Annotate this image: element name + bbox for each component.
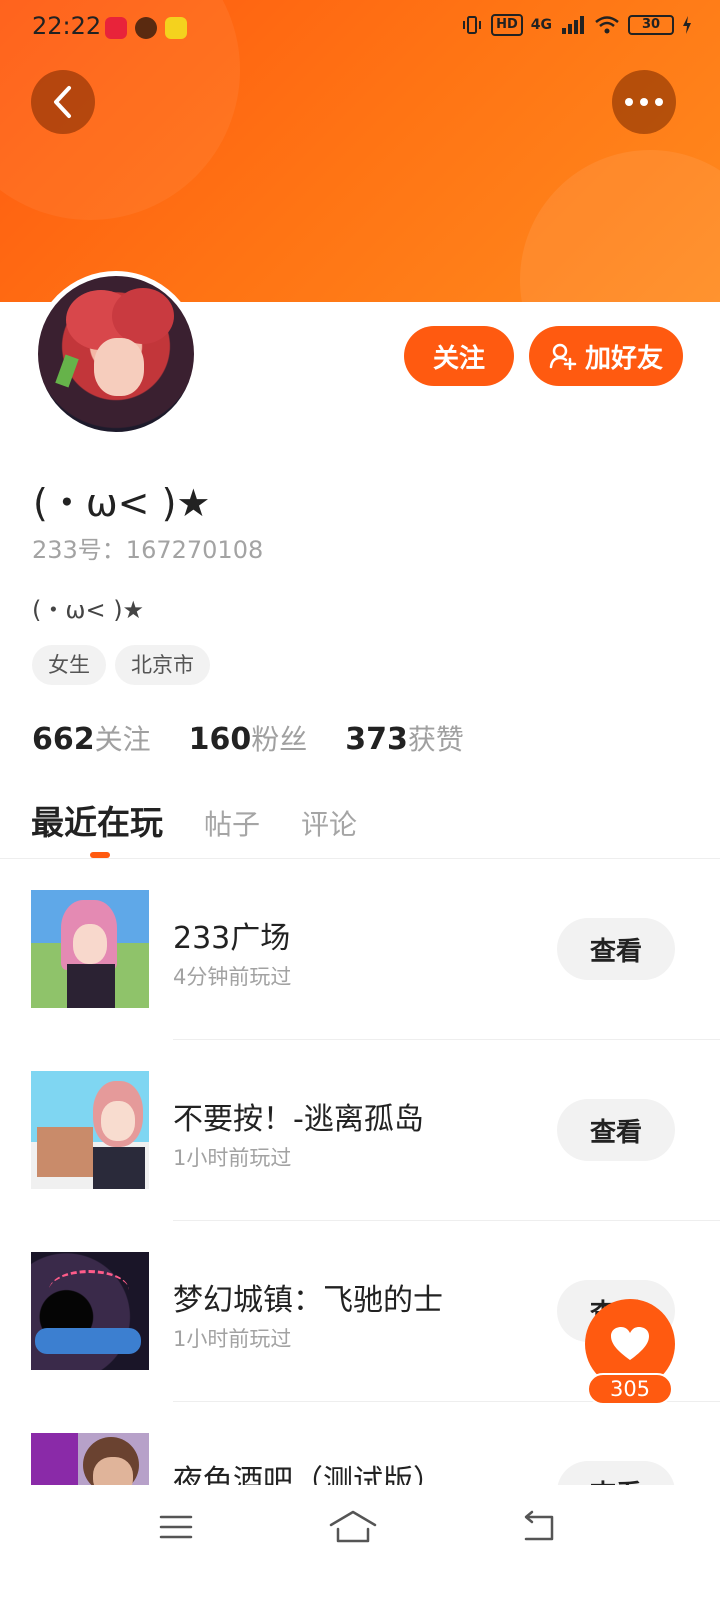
stat-following[interactable]: 662关注	[32, 718, 151, 758]
tab-comments[interactable]: 评论	[301, 803, 357, 843]
tab-posts[interactable]: 帖子	[204, 803, 260, 843]
game-last-played: 4分钟前玩过	[173, 965, 292, 989]
follow-button[interactable]: 关注	[404, 326, 514, 386]
stat-likes[interactable]: 373获赞	[345, 718, 464, 758]
add-friend-button[interactable]: 加好友	[529, 326, 683, 386]
like-count: 305	[587, 1373, 673, 1405]
stat-label: 获赞	[407, 723, 464, 756]
stat-followers[interactable]: 160粉丝	[189, 718, 308, 758]
list-item[interactable]: 233广场 4分钟前玩过 查看	[0, 859, 720, 1040]
game-name: 233广场	[173, 921, 291, 956]
chevron-left-icon	[54, 86, 71, 118]
stat-label: 粉丝	[251, 723, 308, 756]
status-time: 22:22	[32, 12, 102, 40]
charging-icon	[683, 16, 691, 34]
stat-label: 关注	[94, 723, 151, 756]
game-name: 不要按！-逃离孤岛	[173, 1102, 424, 1137]
game-thumbnail	[31, 1252, 149, 1370]
gender-tag: 女生	[32, 645, 106, 685]
list-item[interactable]: 不要按！-逃离孤岛 1小时前玩过 查看	[0, 1040, 720, 1221]
game-last-played: 1小时前玩过	[173, 1327, 292, 1351]
stat-value: 662	[32, 722, 95, 757]
stat-value: 373	[345, 722, 408, 757]
view-button[interactable]: 查看	[557, 1099, 675, 1161]
add-user-icon	[549, 343, 577, 370]
system-nav-bar	[0, 1485, 720, 1600]
profile-tabs: 最近在玩 帖子 评论	[31, 796, 357, 844]
home-icon[interactable]	[328, 1509, 378, 1545]
app-notification-icon	[165, 17, 187, 39]
banner-decoration	[520, 150, 720, 302]
follow-button-label: 关注	[432, 343, 485, 374]
app-notification-icon	[135, 17, 157, 39]
view-button[interactable]: 查看	[557, 918, 675, 980]
game-thumbnail	[31, 1071, 149, 1189]
list-item[interactable]: 夜色酒吧（测试版） 查看	[0, 1402, 720, 1485]
profile-bio: (・ω< )★	[32, 596, 145, 624]
game-last-played: 1小时前玩过	[173, 1146, 292, 1170]
heart-icon	[611, 1327, 649, 1360]
profile-stats: 662关注 160粉丝 373获赞	[32, 718, 464, 758]
tab-recent-games[interactable]: 最近在玩	[31, 796, 163, 844]
status-indicators: HD 4G 30	[461, 14, 692, 36]
profile-tags: 女生 北京市	[32, 645, 210, 685]
hd-icon: HD	[491, 14, 523, 36]
back-icon[interactable]	[518, 1509, 558, 1545]
profile-nickname: (・ω< )★	[33, 481, 211, 525]
back-button[interactable]	[31, 70, 95, 134]
more-dots-icon	[625, 98, 663, 106]
battery-icon: 30	[628, 15, 674, 35]
wifi-icon	[595, 16, 619, 34]
game-thumbnail	[31, 890, 149, 1008]
profile-user-id: 233号：167270108	[32, 536, 264, 564]
game-name: 梦幻城镇：飞驰的士	[173, 1283, 443, 1318]
more-button[interactable]	[612, 70, 676, 134]
app-notification-icon	[105, 17, 127, 39]
vibrate-icon	[463, 16, 482, 34]
menu-icon[interactable]	[158, 1509, 194, 1545]
view-button[interactable]: 查看	[557, 1461, 675, 1485]
stat-value: 160	[188, 722, 252, 757]
avatar[interactable]	[33, 271, 199, 437]
location-tag: 北京市	[115, 645, 210, 685]
network-type: 4G	[530, 17, 552, 33]
add-friend-button-label: 加好友	[584, 343, 663, 374]
status-bar: 22:22 HD 4G 30	[0, 0, 720, 56]
game-thumbnail	[31, 1433, 149, 1485]
signal-icon	[562, 16, 584, 34]
game-name: 夜色酒吧（测试版）	[173, 1464, 443, 1485]
